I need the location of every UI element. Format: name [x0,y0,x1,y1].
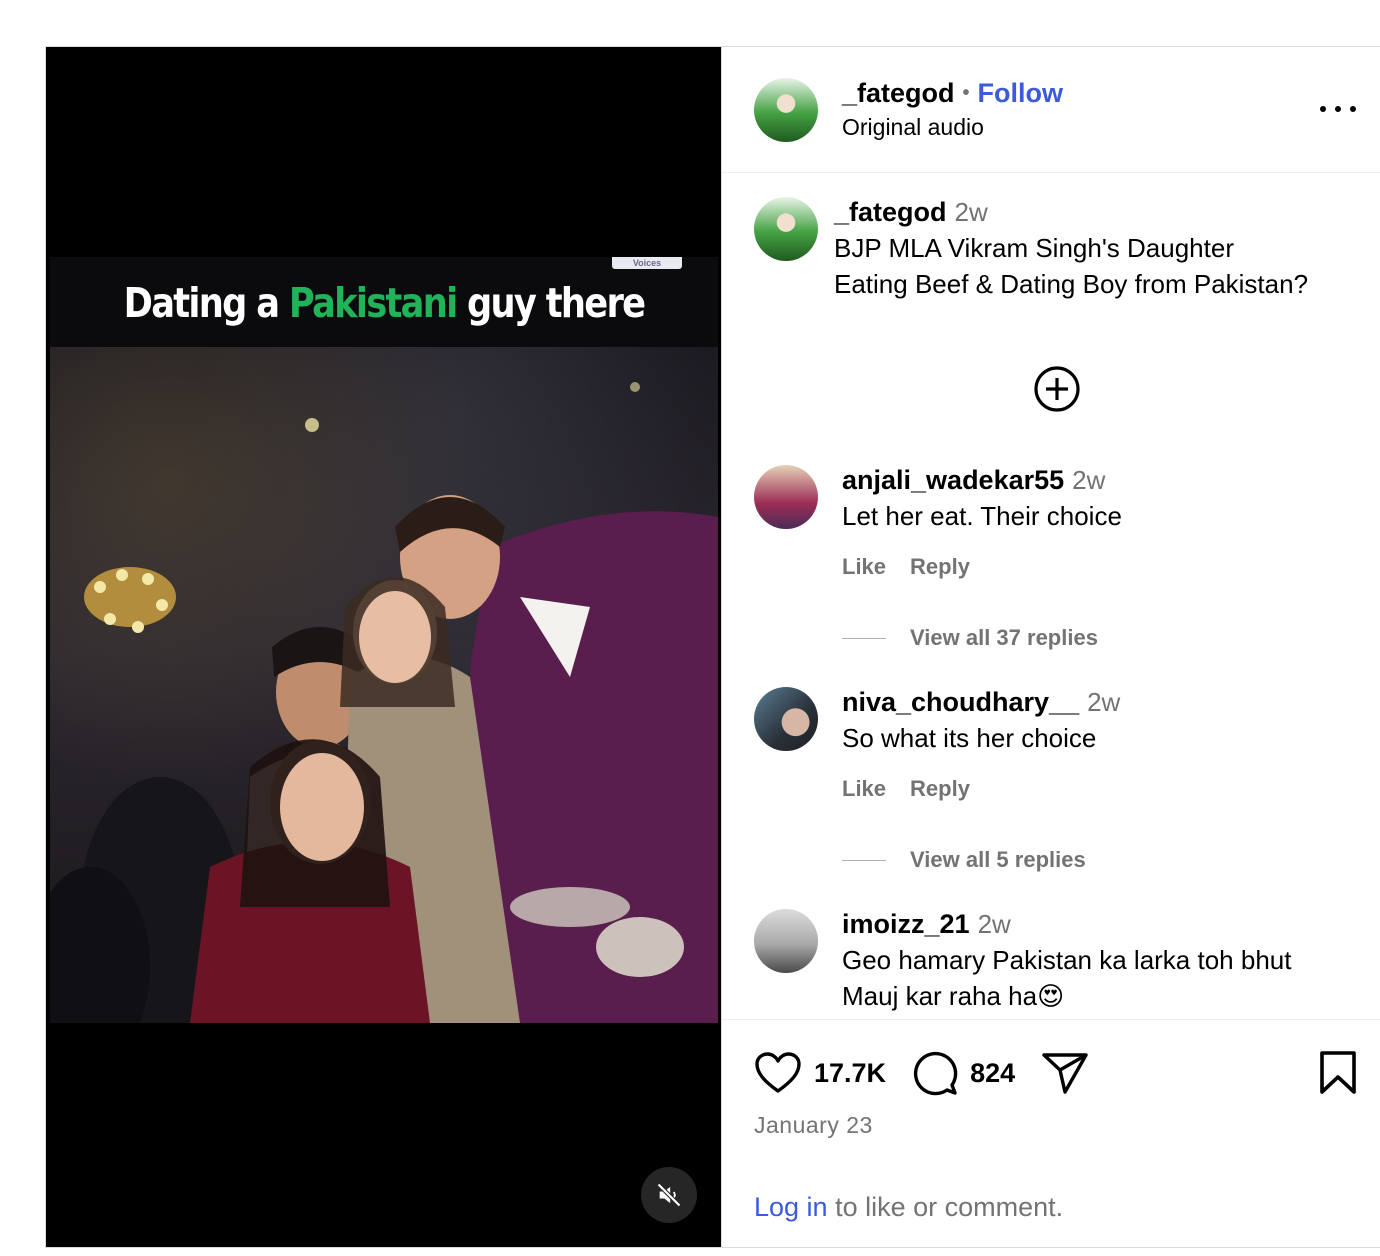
separator-dot: • [962,82,970,104]
author-info: _fategod • Follow Original audio [842,78,1063,141]
comment-item: niva_choudhary__ 2w So what its her choic… [754,687,1360,802]
load-more-comments-button[interactable] [1033,365,1081,418]
overlay-caption-part1: Dating a [123,279,289,327]
divider-line [842,637,886,639]
login-link[interactable]: Log in [754,1192,828,1222]
follow-button[interactable]: Follow [978,78,1063,109]
comment-button[interactable] [912,1050,958,1096]
caption-username[interactable]: _fategod [834,197,947,227]
heart-icon [755,1052,801,1093]
video-overlay-caption: Dating a Pakistani guy there [97,279,671,327]
comments-section[interactable]: _fategod 2w BJP MLA Vikram Singh's Daught… [722,173,1380,1019]
comment-text: Let her eat. Their choice [842,501,1122,531]
reply-button[interactable]: Reply [910,554,970,580]
share-button[interactable] [1041,1051,1089,1095]
divider-line [842,859,886,861]
comment-username[interactable]: niva_choudhary__ [842,687,1079,717]
view-replies-button[interactable]: View all 5 replies [842,847,1086,873]
plus-circle-icon [1034,366,1080,412]
caption-text-line1: BJP MLA Vikram Singh's Daughter [834,233,1234,263]
post-date: January 23 [754,1112,873,1138]
overlay-caption-highlight: Pakistani [288,279,458,327]
commenter-avatar[interactable] [754,909,818,973]
mute-toggle-button[interactable] [641,1167,697,1223]
reel-video[interactable]: Voices Dating a Pakistani guy there [46,47,722,1247]
chandelier-shape [84,567,176,633]
post-caption: _fategod 2w BJP MLA Vikram Singh's Daught… [754,197,1360,302]
like-button[interactable] [754,1051,802,1095]
author-username[interactable]: _fategod [842,78,955,109]
commenter-avatar[interactable] [754,687,818,751]
comment-username[interactable]: anjali_wadekar55 [842,465,1064,495]
action-bar: 17.7K 824 [754,1050,1358,1096]
overlay-caption-part2: guy there [456,279,646,327]
comment-icon [913,1051,958,1096]
like-count[interactable]: 17.7K [814,1058,886,1089]
heart-eyes-emoji: 😍 [1037,981,1065,1011]
bookmark-icon [1320,1051,1356,1094]
more-options-icon[interactable] [1320,97,1356,121]
commenter-avatar[interactable] [754,465,818,529]
like-comment-button[interactable]: Like [842,776,886,802]
author-avatar[interactable] [754,77,818,142]
comment-username[interactable]: imoizz_21 [842,909,970,939]
comment-text-line1: Geo hamary Pakistan ka larka toh bhut [842,945,1292,975]
post-container: Voices Dating a Pakistani guy there _fat… [45,46,1380,1248]
watermark: Voices [612,257,682,269]
caption-time: 2w [954,197,988,227]
party-photo [50,347,718,1023]
login-prompt: Log in to like or comment. [754,1192,1063,1223]
post-side-panel: _fategod • Follow Original audio _fatego… [722,47,1380,1247]
like-comment-button[interactable]: Like [842,554,886,580]
caption-text-line2: Eating Beef & Dating Boy from Pakistan? [834,269,1309,299]
comment-time: 2w [1072,465,1106,495]
video-frame: Voices Dating a Pakistani guy there [50,257,718,1023]
speaker-muted-icon [657,1183,681,1207]
original-audio-link[interactable]: Original audio [842,114,1063,141]
view-replies-button[interactable]: View all 37 replies [842,625,1098,651]
login-suffix: to like or comment. [827,1192,1064,1222]
comment-time: 2w [1087,687,1121,717]
save-button[interactable] [1318,1050,1358,1101]
post-footer: 17.7K 824 January 23 Log in to like or c… [722,1019,1380,1247]
comment-time: 2w [977,909,1011,939]
caption-author-avatar[interactable] [754,197,818,261]
comment-text-line2: Mauj kar raha ha [842,981,1038,1011]
comment-item: anjali_wadekar55 2w Let her eat. Their ch… [754,465,1360,580]
comment-text: So what its her choice [842,723,1097,753]
post-header: _fategod • Follow Original audio [722,47,1380,173]
share-icon [1042,1053,1088,1094]
view-replies-label: View all 5 replies [910,847,1086,872]
view-replies-label: View all 37 replies [910,625,1098,650]
comment-item: imoizz_21 2w Geo hamary Pakistan ka larka… [754,909,1360,1014]
comment-count[interactable]: 824 [970,1058,1015,1089]
reply-button[interactable]: Reply [910,776,970,802]
